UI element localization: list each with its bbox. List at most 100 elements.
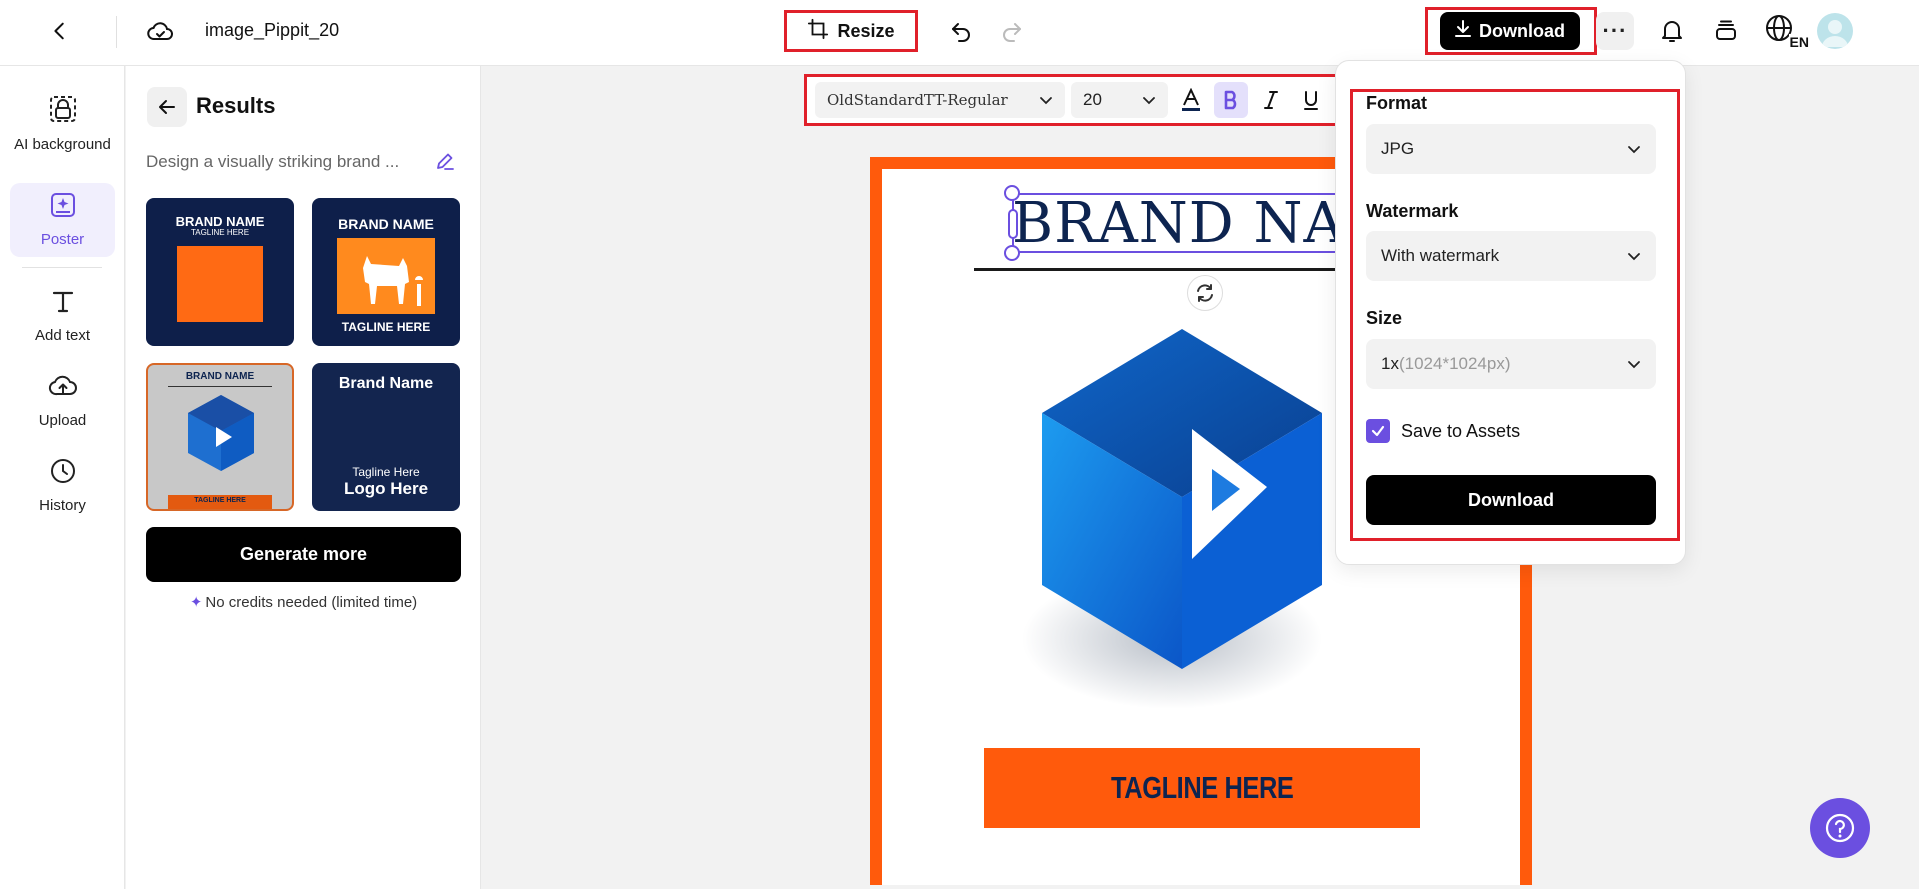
chevron-down-icon — [1628, 253, 1640, 261]
download-button[interactable]: Download — [1440, 12, 1580, 50]
text-format-toolbar: OldStandardTT-Regular 20 — [804, 74, 1420, 126]
save-to-assets-label[interactable]: Save to Assets — [1401, 421, 1520, 442]
result-thumbnail-2[interactable]: BRAND NAME TAGLINE HERE — [312, 198, 460, 346]
credits-note: ✦ No credits needed (limited time) — [146, 593, 461, 611]
language-badge: EN — [1788, 34, 1810, 50]
chevron-down-icon — [1040, 97, 1052, 105]
layers-icon[interactable] — [1707, 12, 1745, 50]
poster-icon — [49, 191, 77, 225]
results-panel: Results Design a visually striking brand… — [126, 66, 481, 889]
thumb-tagline: Tagline Here — [352, 465, 420, 479]
resize-label: Resize — [837, 20, 895, 41]
resize-handle[interactable] — [1004, 245, 1020, 261]
size-value: 1x(1024*1024px) — [1381, 354, 1511, 374]
thumb-brand: BRAND NAME — [175, 214, 265, 229]
upload-icon — [48, 372, 78, 406]
ai-background-icon — [48, 94, 78, 130]
result-thumbnail-4[interactable]: Brand Name Tagline Here Logo Here — [312, 363, 460, 511]
thumb-orange-block — [337, 238, 435, 314]
sidebar-item-history[interactable]: History — [10, 448, 115, 524]
text-icon — [49, 287, 77, 321]
size-dimensions: (1024*1024px) — [1398, 354, 1511, 373]
font-family-value: OldStandardTT-Regular — [827, 91, 1008, 109]
size-select[interactable]: 1x(1024*1024px) — [1366, 339, 1656, 389]
thumb-tagline-bar: TAGLINE HERE — [168, 495, 272, 509]
chevron-down-icon — [1628, 146, 1640, 154]
sidebar-item-label: AI background — [14, 135, 111, 153]
watermark-value: With watermark — [1381, 246, 1500, 265]
credits-note-text: No credits needed (limited time) — [205, 594, 418, 611]
download-label: Download — [1479, 20, 1565, 41]
resize-icon — [807, 18, 829, 45]
thumb-tagline: TAGLINE HERE — [190, 228, 250, 237]
resize-handle[interactable] — [1008, 209, 1018, 239]
thumb-brand: BRAND NAME — [185, 371, 255, 382]
history-icon — [49, 457, 77, 491]
results-title: Results — [196, 93, 276, 118]
chevron-down-icon — [1143, 97, 1155, 105]
thumb-orange-block — [177, 246, 263, 322]
watermark-select[interactable]: With watermark — [1366, 231, 1656, 281]
format-select[interactable]: JPG — [1366, 124, 1656, 174]
thumb-tagline: TAGLINE HERE — [194, 497, 246, 504]
generate-more-button[interactable]: Generate more — [146, 527, 461, 582]
thumb-brand: BRAND NAME — [338, 216, 434, 232]
format-value: JPG — [1381, 139, 1415, 158]
notification-bell-icon[interactable] — [1653, 12, 1691, 50]
sparkle-icon: ✦ — [189, 594, 203, 611]
poster-tagline-bar[interactable]: TAGLINE HERE — [984, 748, 1420, 828]
download-icon — [1455, 19, 1471, 43]
resize-handle[interactable] — [1004, 185, 1020, 201]
thumb-cube-logo — [188, 395, 254, 471]
document-title[interactable]: image_Pippit_20 — [205, 20, 339, 41]
resize-button[interactable]: Resize — [784, 10, 918, 52]
font-size-select[interactable]: 20 — [1071, 82, 1168, 118]
edit-pencil-icon[interactable] — [434, 150, 458, 174]
thumb-logo-text: Logo Here — [343, 479, 429, 498]
nav-divider — [22, 267, 102, 268]
goat-silhouette-icon — [363, 256, 423, 306]
confirm-download-button[interactable]: Download — [1366, 475, 1656, 525]
poster-tagline[interactable]: TAGLINE HERE — [1111, 770, 1294, 806]
result-thumbnail-3[interactable]: BRAND NAME TAGLINE HERE — [146, 363, 294, 511]
back-arrow-icon[interactable] — [40, 11, 80, 51]
sidebar-item-label: History — [39, 496, 86, 514]
undo-icon[interactable] — [942, 12, 980, 50]
watermark-label: Watermark — [1366, 201, 1459, 221]
sidebar-item-label: Poster — [40, 230, 85, 248]
chevron-down-icon — [1628, 361, 1640, 369]
top-bar: image_Pippit_20 Resize Download ··· EN — [0, 0, 1919, 66]
cloud-sync-icon[interactable] — [140, 11, 180, 51]
size-multiplier: 1x — [1381, 354, 1399, 373]
font-family-select[interactable]: OldStandardTT-Regular — [815, 82, 1065, 118]
checkmark-icon — [1371, 425, 1385, 437]
back-arrow-icon[interactable] — [147, 87, 187, 127]
left-sidebar: AI background Poster Add text Upload His… — [0, 66, 125, 889]
font-size-value: 20 — [1083, 90, 1102, 109]
sidebar-item-add-text[interactable]: Add text — [10, 278, 115, 354]
text-color-icon[interactable] — [1174, 82, 1208, 118]
result-thumbnail-1[interactable]: BRAND NAME TAGLINE HERE — [146, 198, 294, 346]
bold-icon[interactable] — [1214, 82, 1248, 118]
language-globe-icon[interactable]: EN — [1762, 10, 1810, 52]
save-to-assets-checkbox[interactable] — [1366, 419, 1390, 443]
sidebar-item-label: Upload — [38, 411, 87, 429]
underline-icon[interactable] — [1294, 82, 1328, 118]
rotate-icon[interactable] — [1187, 275, 1223, 311]
help-question-icon[interactable] — [1810, 798, 1870, 858]
thumb-brand: Brand Name — [338, 375, 434, 392]
divider — [116, 16, 117, 48]
sidebar-item-upload[interactable]: Upload — [10, 363, 115, 439]
sidebar-item-poster[interactable]: Poster — [10, 183, 115, 257]
italic-icon[interactable] — [1254, 82, 1288, 118]
user-avatar[interactable] — [1817, 13, 1853, 49]
sidebar-item-ai-background[interactable]: AI background — [10, 76, 115, 172]
thumb-rule — [168, 386, 272, 387]
more-options-icon[interactable]: ··· — [1596, 12, 1634, 50]
size-label: Size — [1366, 308, 1403, 328]
sidebar-item-label: Add text — [34, 326, 91, 344]
prompt-text: Design a visually striking brand ... — [146, 152, 400, 171]
download-options-panel: Format JPG Watermark With watermark Size… — [1335, 60, 1686, 565]
canvas-area: OldStandardTT-Regular 20 BRAND NAME TAGL… — [482, 66, 1919, 889]
redo-icon[interactable] — [993, 12, 1031, 50]
